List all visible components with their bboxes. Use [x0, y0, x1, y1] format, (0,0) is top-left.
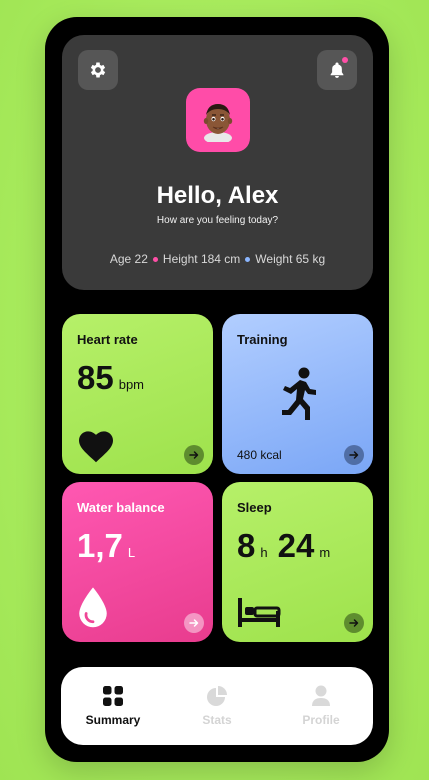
- tab-stats[interactable]: Stats: [172, 685, 262, 727]
- separator-dot: [152, 256, 158, 262]
- heart-icon: [79, 431, 113, 463]
- sleep-title: Sleep: [237, 500, 272, 515]
- bottom-tab-bar: Summary Stats Profile: [61, 667, 373, 745]
- sleep-minutes-unit: m: [319, 545, 331, 560]
- notification-badge: [342, 57, 348, 63]
- arrow-right-icon: [189, 619, 199, 627]
- body-stats: Age 22 Height 184 cm Weight 65 kg: [62, 252, 373, 266]
- tab-profile-label: Profile: [302, 713, 340, 727]
- sleep-value: 8 h 24 m: [237, 527, 340, 565]
- memoji-avatar-icon: [203, 104, 233, 142]
- tab-stats-label: Stats: [202, 713, 232, 727]
- bed-icon: [238, 598, 281, 627]
- tab-summary[interactable]: Summary: [68, 685, 158, 727]
- profile-header-card: Hello, Alex How are you feeling today? A…: [62, 35, 373, 290]
- tab-profile[interactable]: Profile: [276, 685, 366, 727]
- height-stat: Height 184 cm: [162, 252, 241, 266]
- heart-rate-card[interactable]: Heart rate 85 bpm: [62, 314, 213, 474]
- training-calories: 480 kcal: [237, 448, 282, 462]
- heart-rate-value: 85 bpm: [77, 359, 154, 397]
- arrow-right-icon: [349, 619, 359, 627]
- water-balance-card[interactable]: Water balance 1,7 L: [62, 482, 213, 642]
- running-icon: [282, 367, 316, 420]
- pie-chart-icon: [207, 686, 227, 706]
- water-balance-unit: L: [127, 545, 136, 560]
- training-arrow-button[interactable]: [344, 445, 364, 465]
- water-balance-value: 1,7 L: [77, 527, 145, 565]
- water-drop-icon: [79, 587, 107, 628]
- arrow-right-icon: [189, 451, 199, 459]
- gear-icon: [90, 62, 106, 78]
- sleep-hours-unit: h: [260, 545, 268, 560]
- grid-icon: [103, 686, 123, 706]
- age-stat: Age 22: [109, 252, 148, 266]
- notifications-button[interactable]: [317, 50, 357, 90]
- training-card[interactable]: Training 480 kcal: [222, 314, 373, 474]
- separator-dot: [245, 256, 251, 262]
- phone-frame: Hello, Alex How are you feeling today? A…: [45, 17, 389, 762]
- heart-rate-title: Heart rate: [77, 332, 138, 347]
- greeting-title: Hello, Alex: [156, 182, 279, 209]
- heart-rate-unit: bpm: [118, 377, 145, 392]
- water-balance-arrow-button[interactable]: [184, 613, 204, 633]
- person-icon: [312, 685, 330, 706]
- bell-icon: [330, 62, 344, 78]
- training-title: Training: [237, 332, 288, 347]
- settings-button[interactable]: [78, 50, 118, 90]
- avatar[interactable]: [186, 88, 250, 152]
- greeting-subtitle: How are you feeling today?: [156, 215, 279, 226]
- arrow-right-icon: [349, 451, 359, 459]
- water-balance-number: 1,7: [77, 527, 123, 564]
- sleep-arrow-button[interactable]: [344, 613, 364, 633]
- tab-summary-label: Summary: [85, 713, 141, 727]
- sleep-minutes: 24: [277, 527, 315, 564]
- heart-rate-number: 85: [77, 359, 114, 396]
- water-balance-title: Water balance: [77, 500, 165, 515]
- sleep-card[interactable]: Sleep 8 h 24 m: [222, 482, 373, 642]
- heart-rate-arrow-button[interactable]: [184, 445, 204, 465]
- weight-stat: Weight 65 kg: [255, 252, 326, 266]
- sleep-hours: 8: [237, 527, 256, 564]
